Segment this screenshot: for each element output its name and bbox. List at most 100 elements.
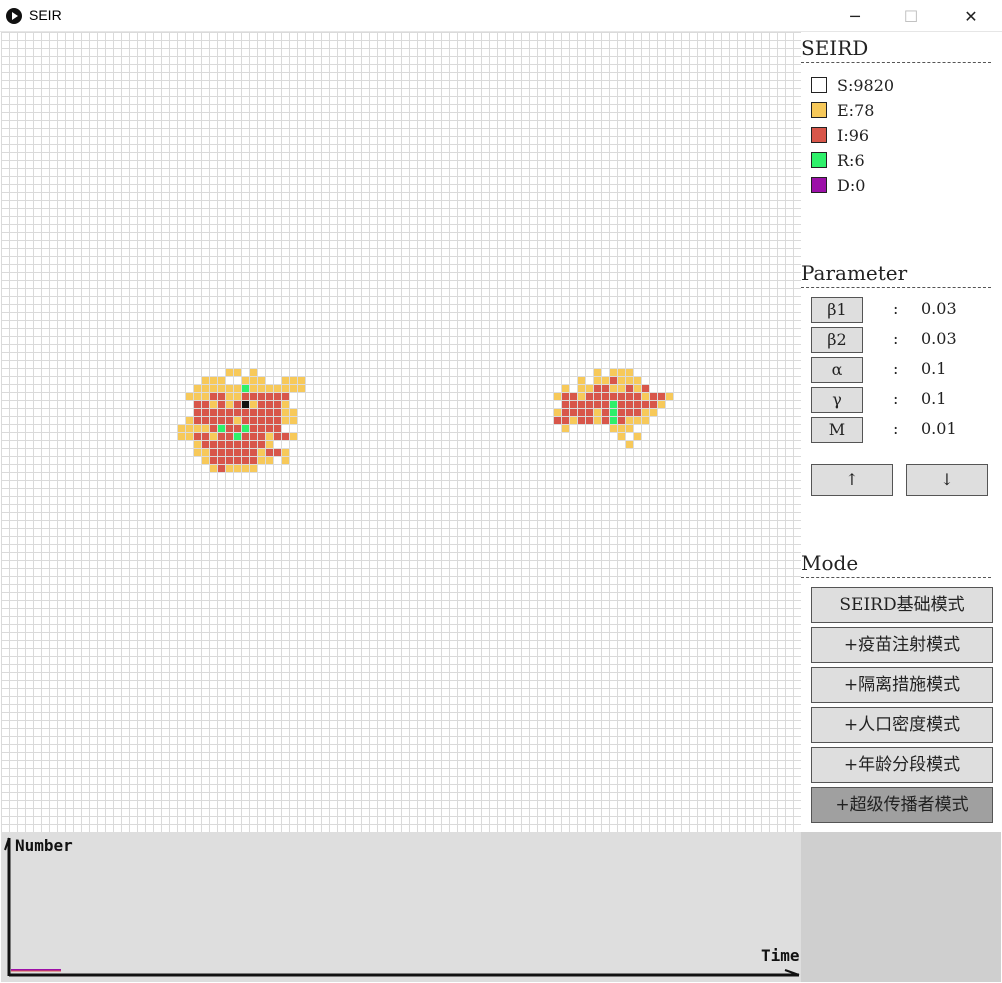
infection-cell bbox=[642, 385, 649, 392]
infection-cell bbox=[626, 369, 633, 376]
infection-cell bbox=[658, 393, 665, 400]
mode-button-superspreader[interactable]: +超级传播者模式 bbox=[811, 787, 993, 823]
minimize-button[interactable]: ─ bbox=[832, 0, 878, 32]
infection-cell bbox=[250, 425, 257, 432]
infection-cell bbox=[650, 401, 657, 408]
infection-cell bbox=[578, 393, 585, 400]
infection-cell bbox=[626, 385, 633, 392]
infection-cell bbox=[274, 449, 281, 456]
infection-cell bbox=[290, 409, 297, 416]
param-button-m[interactable]: M bbox=[811, 417, 863, 443]
infection-cell bbox=[226, 433, 233, 440]
param-row-alpha: α : 0.1 bbox=[811, 357, 991, 383]
infection-cell bbox=[602, 393, 609, 400]
infection-cell bbox=[634, 433, 641, 440]
infection-cell bbox=[218, 393, 225, 400]
legend-label-d: D:0 bbox=[837, 175, 866, 195]
infection-cell bbox=[202, 393, 209, 400]
infection-cell bbox=[250, 393, 257, 400]
infection-cell bbox=[242, 457, 249, 464]
infection-cell bbox=[266, 441, 273, 448]
param-row-beta1: β1 : 0.03 bbox=[811, 297, 991, 323]
param-colon: : bbox=[893, 419, 899, 438]
infection-cell bbox=[586, 417, 593, 424]
increase-button[interactable]: ↑ bbox=[811, 464, 893, 496]
mode-button-seird-basic[interactable]: SEIRD基础模式 bbox=[811, 587, 993, 623]
infection-cell bbox=[650, 409, 657, 416]
infection-cell bbox=[242, 417, 249, 424]
infection-cell bbox=[610, 401, 617, 408]
param-value-alpha: 0.1 bbox=[921, 359, 947, 378]
infection-cell bbox=[626, 417, 633, 424]
infection-cell bbox=[210, 377, 217, 384]
infection-cell bbox=[258, 457, 265, 464]
legend-item-d: D:0 bbox=[811, 175, 865, 195]
infection-cell bbox=[226, 425, 233, 432]
infection-cell bbox=[242, 433, 249, 440]
infection-cell bbox=[210, 449, 217, 456]
simulation-grid[interactable] bbox=[1, 32, 801, 832]
param-value-beta2: 0.03 bbox=[921, 329, 957, 348]
infection-cell bbox=[282, 449, 289, 456]
legend-swatch-i bbox=[811, 127, 827, 143]
infection-cell bbox=[242, 393, 249, 400]
infection-cell bbox=[226, 369, 233, 376]
param-button-alpha[interactable]: α bbox=[811, 357, 863, 383]
infection-cell bbox=[210, 385, 217, 392]
legend-label-e: E:78 bbox=[837, 100, 875, 120]
infection-cell bbox=[202, 385, 209, 392]
population-chart: Number Time bbox=[1, 832, 801, 982]
infection-cell bbox=[234, 441, 241, 448]
param-button-beta1[interactable]: β1 bbox=[811, 297, 863, 323]
infection-cell bbox=[274, 433, 281, 440]
mode-button-vaccine[interactable]: +疫苗注射模式 bbox=[811, 627, 993, 663]
infection-cell bbox=[578, 385, 585, 392]
infection-cell bbox=[178, 425, 185, 432]
infection-cell bbox=[266, 417, 273, 424]
legend-swatch-r bbox=[811, 152, 827, 168]
maximize-button[interactable]: ☐ bbox=[888, 0, 934, 32]
infection-cell bbox=[594, 385, 601, 392]
infection-cell bbox=[234, 425, 241, 432]
infection-cell bbox=[642, 401, 649, 408]
infection-cell bbox=[618, 377, 625, 384]
parameter-title: Parameter bbox=[801, 261, 991, 288]
infection-cell bbox=[594, 417, 601, 424]
infection-cell bbox=[578, 409, 585, 416]
infection-cell bbox=[610, 377, 617, 384]
infection-cell bbox=[210, 401, 217, 408]
infection-cell bbox=[194, 433, 201, 440]
infection-cell bbox=[274, 417, 281, 424]
close-button[interactable]: ✕ bbox=[948, 0, 994, 32]
infection-cell bbox=[570, 393, 577, 400]
infection-cell bbox=[250, 449, 257, 456]
infection-cell bbox=[658, 401, 665, 408]
param-button-beta2[interactable]: β2 bbox=[811, 327, 863, 353]
infection-cell bbox=[194, 425, 201, 432]
infection-cell bbox=[194, 441, 201, 448]
param-button-gamma[interactable]: γ bbox=[811, 387, 863, 413]
infection-cell bbox=[258, 449, 265, 456]
infection-cell bbox=[194, 401, 201, 408]
infection-cell bbox=[242, 425, 249, 432]
infection-cell bbox=[642, 393, 649, 400]
decrease-button[interactable]: ↓ bbox=[906, 464, 988, 496]
infection-cell bbox=[562, 393, 569, 400]
infection-cell bbox=[626, 409, 633, 416]
legend-label-s: S:9820 bbox=[837, 75, 895, 95]
infection-cell bbox=[250, 457, 257, 464]
mode-button-population-density[interactable]: +人口密度模式 bbox=[811, 707, 993, 743]
infection-cell bbox=[562, 385, 569, 392]
mode-button-age-group[interactable]: +年龄分段模式 bbox=[811, 747, 993, 783]
mode-button-isolation[interactable]: +隔离措施模式 bbox=[811, 667, 993, 703]
infection-cell bbox=[266, 401, 273, 408]
legend-item-s: S:9820 bbox=[811, 75, 894, 95]
infection-cell bbox=[290, 433, 297, 440]
legend-item-e: E:78 bbox=[811, 100, 874, 120]
infection-cell bbox=[602, 417, 609, 424]
param-row-beta2: β2 : 0.03 bbox=[811, 327, 991, 353]
legend-swatch-e bbox=[811, 102, 827, 118]
infection-cell bbox=[226, 449, 233, 456]
infection-cell bbox=[226, 409, 233, 416]
control-panel: SEIRD S:9820 E:78 I:96 R:6 D:0 Parameter… bbox=[801, 32, 1001, 832]
